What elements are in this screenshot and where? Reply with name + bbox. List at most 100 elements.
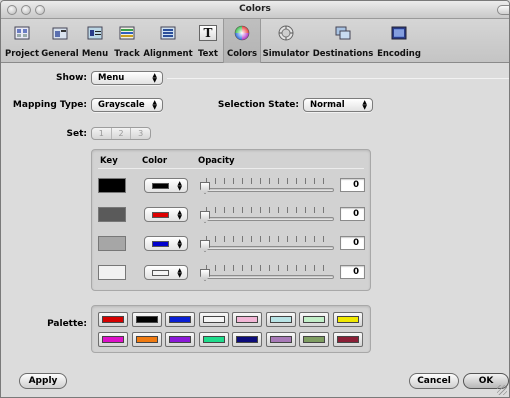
set-option-3[interactable]: 3 (131, 128, 150, 139)
opacity-slider[interactable] (200, 235, 334, 252)
palette-swatch-fill (169, 336, 191, 343)
color-popup[interactable]: ▲ ▼ (144, 236, 188, 251)
slider-thumb[interactable] (200, 269, 210, 281)
color-popup[interactable]: ▲ ▼ (144, 265, 188, 280)
tab-general[interactable]: General (41, 19, 79, 63)
popup-arrows-icon: ▲ ▼ (177, 180, 182, 192)
color-swatch (152, 241, 169, 247)
tab-track[interactable]: Track (111, 19, 143, 63)
alignment-icon (160, 26, 176, 40)
palette-swatch-fill (236, 336, 258, 343)
tab-menu[interactable]: Menu (79, 19, 111, 63)
destinations-icon (335, 26, 351, 40)
color-swatch (152, 212, 169, 218)
palette-swatch[interactable] (232, 312, 262, 327)
color-wheel-icon (234, 25, 250, 41)
key-column-header: Key (100, 156, 118, 166)
tab-colors[interactable]: Colors (223, 19, 261, 63)
tab-general-label: General (41, 49, 79, 59)
mapping-type-popup[interactable]: Grayscale ▲ ▼ (91, 98, 163, 112)
palette-swatch[interactable] (198, 312, 229, 327)
color-popup[interactable]: ▲ ▼ (144, 178, 188, 193)
palette-swatch[interactable] (332, 312, 363, 327)
slider-ticks (206, 207, 330, 213)
selection-state-value: Normal (310, 100, 345, 110)
palette-swatch-fill (202, 336, 225, 343)
tab-simulator[interactable]: Simulator (261, 19, 311, 63)
palette-swatch-fill (303, 336, 325, 343)
opacity-slider[interactable] (200, 206, 334, 223)
encoding-icon (391, 26, 407, 40)
window-title: Colors (239, 4, 271, 14)
palette-swatch[interactable] (98, 312, 128, 327)
slider-ticks (206, 236, 330, 242)
track-icon (119, 26, 135, 40)
opacity-field[interactable]: 0 (340, 207, 365, 221)
palette-swatch-fill (135, 316, 158, 323)
palette-label: Palette: (47, 319, 87, 329)
tab-text-label: Text (198, 49, 218, 59)
mapping-type-label: Mapping Type: (12, 100, 87, 110)
palette-swatch[interactable] (198, 332, 229, 347)
opacity-slider[interactable] (200, 177, 334, 194)
palette-group (91, 305, 371, 353)
palette-swatch-fill (102, 316, 124, 323)
slider-ticks (206, 265, 330, 271)
palette-swatch[interactable] (165, 312, 195, 327)
key-swatch (98, 178, 126, 193)
tab-text[interactable]: T Text (193, 19, 223, 63)
color-popup[interactable]: ▲ ▼ (144, 207, 188, 222)
color-column-header: Color (142, 156, 168, 166)
set-option-2[interactable]: 2 (112, 128, 132, 139)
palette-swatch[interactable] (265, 332, 296, 347)
colors-window: Colors Project General Menu Track Alignm… (0, 0, 510, 398)
palette-swatch[interactable] (332, 332, 363, 347)
show-popup[interactable]: Menu ▲ ▼ (91, 71, 163, 85)
project-icon (14, 26, 30, 40)
color-mapping-group: Key Color Opacity ▲ ▼ 0 ▲ ▼ 0 ▲ ▼ 0 ▲ ▼ … (91, 149, 371, 291)
tab-project[interactable]: Project (3, 19, 41, 63)
slider-thumb[interactable] (200, 182, 210, 194)
set-segmented-control[interactable]: 1 2 3 (91, 127, 151, 140)
tab-destinations[interactable]: Destinations (311, 19, 375, 63)
toolbar-toggle-button[interactable] (497, 5, 509, 15)
resize-grip[interactable] (497, 385, 507, 395)
opacity-field[interactable]: 0 (340, 236, 365, 250)
header-divider (98, 168, 364, 169)
palette-swatch[interactable] (232, 332, 262, 347)
palette-swatch-fill (269, 336, 292, 343)
palette-swatch[interactable] (131, 312, 162, 327)
set-label: Set: (66, 129, 88, 139)
selection-state-popup[interactable]: Normal ▲ ▼ (303, 98, 373, 112)
palette-swatch[interactable] (299, 312, 329, 327)
palette-swatch[interactable] (98, 332, 128, 347)
palette-swatch[interactable] (165, 332, 195, 347)
inspector-toolbar: Project General Menu Track Alignment T T… (1, 19, 509, 63)
tab-encoding[interactable]: Encoding (375, 19, 423, 63)
slider-thumb[interactable] (200, 211, 210, 223)
palette-swatch-fill (236, 316, 258, 323)
opacity-slider[interactable] (200, 264, 334, 281)
palette-swatch[interactable] (299, 332, 329, 347)
apply-button[interactable]: Apply (19, 373, 67, 389)
general-icon (52, 27, 68, 40)
tab-colors-label: Colors (226, 49, 258, 59)
tab-alignment[interactable]: Alignment (143, 19, 193, 63)
tab-project-label: Project (4, 49, 40, 59)
palette-swatch[interactable] (131, 332, 162, 347)
slider-thumb[interactable] (200, 240, 210, 252)
tab-menu-label: Menu (81, 49, 109, 59)
opacity-field[interactable]: 0 (340, 178, 365, 192)
palette-swatch-fill (135, 336, 158, 343)
popup-arrows-icon: ▲ ▼ (177, 209, 182, 221)
set-option-1[interactable]: 1 (92, 128, 112, 139)
palette-swatch-fill (102, 336, 124, 343)
slider-ticks (206, 178, 330, 184)
menu-icon (87, 26, 103, 40)
section-divider (167, 78, 509, 79)
palette-swatch-fill (336, 336, 359, 343)
tab-destinations-label: Destinations (312, 49, 374, 59)
opacity-field[interactable]: 0 (340, 265, 365, 279)
palette-swatch[interactable] (265, 312, 296, 327)
cancel-button[interactable]: Cancel (409, 373, 459, 389)
